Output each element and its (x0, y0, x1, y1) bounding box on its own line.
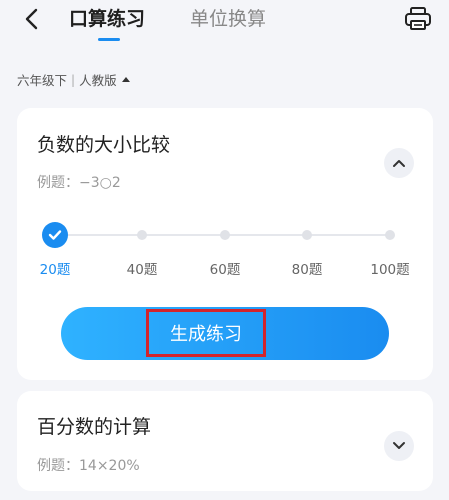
slider-stop-60[interactable] (220, 230, 230, 240)
expand-toggle[interactable] (384, 431, 414, 461)
tab-unit-conversion[interactable]: 单位换算 (190, 7, 266, 31)
slider-stop-40[interactable] (137, 230, 147, 240)
chevron-down-icon (393, 442, 405, 449)
printer-icon[interactable] (404, 6, 432, 32)
slider-knob-selected[interactable] (42, 222, 68, 248)
card-title: 负数的大小比较 (37, 134, 171, 156)
option-label-100[interactable]: 100题 (360, 258, 420, 278)
active-tab-indicator (98, 38, 120, 41)
card-example: 例题：14×20% (37, 458, 140, 474)
generate-button-label: 生成练习 (170, 324, 242, 345)
grade-label: 六年级下 (17, 73, 68, 88)
chevron-left-icon[interactable] (22, 8, 44, 30)
grade-separator: | (71, 72, 76, 87)
tab-oral-arithmetic[interactable]: 口算练习 (69, 7, 145, 31)
option-label-60[interactable]: 60题 (195, 258, 255, 278)
chevron-up-icon (393, 160, 405, 167)
check-icon (48, 230, 62, 240)
card-example: 例题：−3○2 (37, 175, 121, 191)
slider-stop-100[interactable] (385, 230, 395, 240)
collapse-toggle[interactable] (384, 148, 414, 178)
generate-button-highlight[interactable]: 生成练习 (146, 309, 266, 357)
slider-stop-80[interactable] (302, 230, 312, 240)
exercise-card-percent: 百分数的计算 例题：14×20% (17, 391, 433, 491)
option-label-40[interactable]: 40题 (112, 258, 172, 278)
top-bar: 口算练习 单位换算 (0, 0, 449, 48)
caret-up-icon (121, 77, 130, 82)
option-label-20[interactable]: 20题 (25, 258, 85, 278)
edition-label: 人教版 (79, 73, 117, 88)
card-title: 百分数的计算 (37, 416, 152, 438)
grade-edition-selector[interactable]: 六年级下 | 人教版 (17, 70, 130, 89)
option-label-80[interactable]: 80题 (277, 258, 337, 278)
